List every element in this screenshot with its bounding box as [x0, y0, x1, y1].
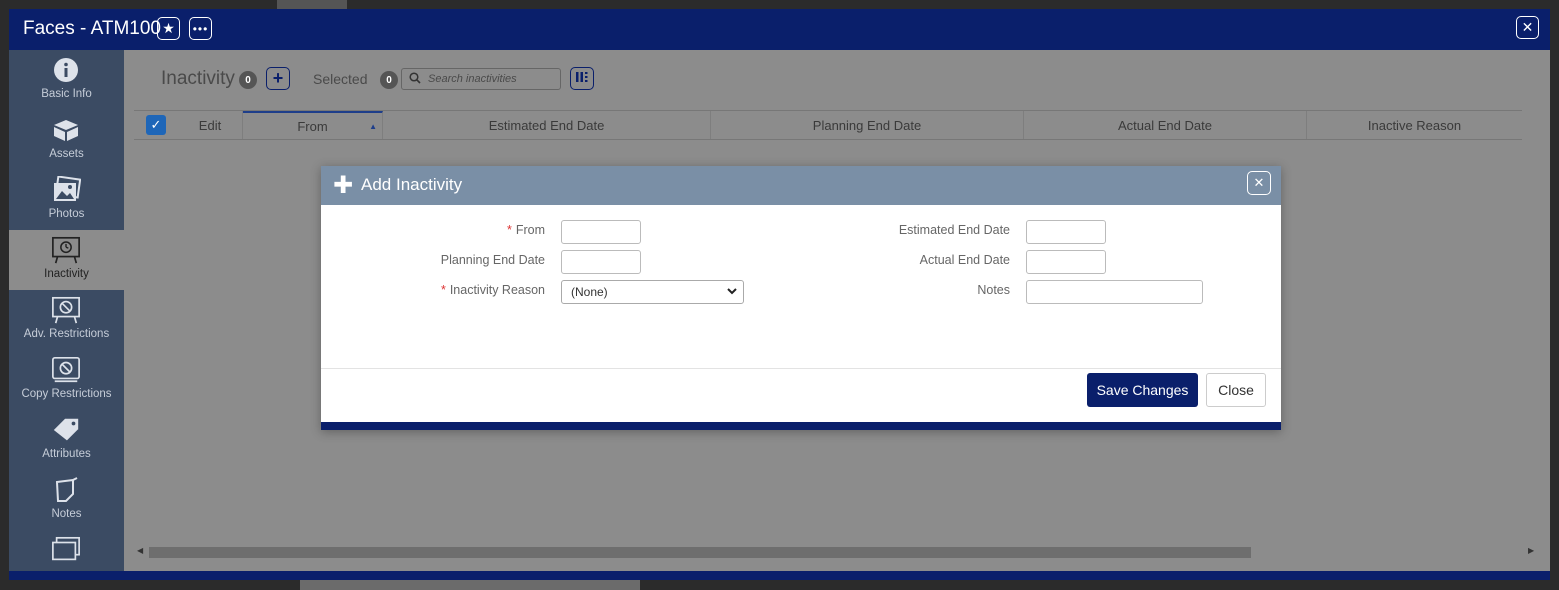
scroll-left-icon[interactable]: ◀	[137, 546, 143, 555]
sidebar-item-label: Assets	[49, 148, 84, 160]
stack-icon	[51, 536, 81, 564]
checkmark-icon: ✓	[146, 115, 166, 135]
scrollbar-thumb[interactable]	[149, 547, 1251, 558]
inactivity-count-badge: 0	[239, 71, 257, 89]
restriction-board-icon	[51, 296, 81, 324]
copy-restriction-icon	[51, 356, 81, 384]
estimated-end-date-field[interactable]	[1026, 220, 1106, 244]
dialog-footer-divider	[321, 368, 1281, 369]
add-inactivity-dialog: ✚ Add Inactivity ✕ * From Estimated End D…	[321, 166, 1281, 430]
sidebar-item-more[interactable]	[9, 530, 124, 571]
dialog-close-button[interactable]: ✕	[1247, 171, 1271, 195]
column-header-inactive-reason[interactable]: Inactive Reason	[1307, 111, 1522, 139]
required-marker: *	[506, 223, 512, 237]
sidebar-item-assets[interactable]: Assets	[9, 110, 124, 170]
dialog-bottom-bar	[321, 422, 1281, 430]
box-icon	[51, 116, 81, 144]
sidebar-item-label: Basic Info	[41, 88, 92, 100]
close-icon: ✕	[1521, 19, 1534, 35]
sidebar-item-label: Copy Restrictions	[21, 388, 112, 400]
inactivity-reason-label-text: Inactivity Reason	[449, 283, 545, 297]
window-title: Faces - ATM100	[23, 18, 161, 39]
sidebar-item-label: Attributes	[42, 448, 91, 460]
sidebar: Basic Info Assets Photos Inactivity Adv.…	[9, 50, 124, 571]
search-input[interactable]	[428, 71, 556, 87]
dialog-header: ✚ Add Inactivity ✕	[321, 166, 1281, 205]
inactivity-reason-label: * Inactivity Reason	[441, 283, 545, 297]
sidebar-item-label: Adv. Restrictions	[23, 328, 110, 340]
notes-label: Notes	[977, 283, 1010, 297]
column-header-estimated-end-date[interactable]: Estimated End Date	[383, 111, 711, 139]
sidebar-item-attributes[interactable]: Attributes	[9, 410, 124, 470]
add-inactivity-button[interactable]: +	[266, 67, 290, 90]
columns-icon	[575, 71, 589, 86]
from-label: * From	[507, 223, 545, 237]
background-tab	[277, 0, 347, 9]
column-header-planning-end-date[interactable]: Planning End Date	[711, 111, 1024, 139]
column-header-actual-end-date[interactable]: Actual End Date	[1024, 111, 1307, 139]
window-bottom-bar	[9, 571, 1550, 580]
grid-header: ✓ Edit From ▲ Estimated End Date Plannin…	[134, 110, 1522, 140]
more-options-button[interactable]: •••	[189, 17, 212, 40]
plus-icon: ✚	[333, 172, 354, 199]
search-box	[401, 68, 561, 90]
from-date-field[interactable]	[561, 220, 641, 244]
window-close-button[interactable]: ✕	[1516, 16, 1539, 39]
timer-board-icon	[51, 236, 81, 264]
dialog-title: Add Inactivity	[361, 175, 463, 194]
search-icon	[409, 72, 421, 87]
sidebar-item-photos[interactable]: Photos	[9, 170, 124, 230]
save-changes-button[interactable]: Save Changes	[1087, 373, 1198, 407]
selected-option: (None)	[571, 285, 608, 299]
photos-icon	[51, 176, 81, 204]
more-icon: •••	[192, 21, 209, 36]
column-header-edit[interactable]: Edit	[178, 111, 243, 139]
actual-end-date-label: Actual End Date	[919, 253, 1010, 267]
selected-label: Selected	[313, 71, 368, 87]
select-all-checkbox[interactable]: ✓	[134, 111, 178, 139]
sidebar-item-label: Notes	[51, 508, 82, 520]
column-chooser-button[interactable]	[570, 67, 594, 90]
info-icon	[51, 56, 81, 84]
column-header-label: From	[297, 118, 328, 134]
sidebar-item-copy-restrictions[interactable]: Copy Restrictions	[9, 350, 124, 410]
favorite-button[interactable]: ★	[157, 17, 180, 40]
star-icon: ★	[162, 20, 175, 36]
column-header-from[interactable]: From ▲	[243, 111, 383, 139]
panel-title: Inactivity	[161, 68, 235, 89]
notes-field[interactable]	[1026, 280, 1203, 304]
planning-end-date-label: Planning End Date	[440, 253, 545, 267]
note-icon	[51, 476, 81, 504]
sidebar-item-label: Photos	[48, 208, 85, 220]
window-titlebar: Faces - ATM100 ★ ••• ✕	[9, 9, 1550, 50]
tag-icon	[51, 416, 81, 444]
actual-end-date-field[interactable]	[1026, 250, 1106, 274]
inactivity-reason-select[interactable]: (None)	[561, 280, 744, 304]
close-icon: ✕	[1253, 175, 1265, 190]
close-button[interactable]: Close	[1206, 373, 1266, 407]
sort-asc-icon: ▲	[369, 121, 377, 131]
sidebar-item-adv-restrictions[interactable]: Adv. Restrictions	[9, 290, 124, 350]
plus-icon: +	[272, 68, 284, 88]
sidebar-item-inactivity[interactable]: Inactivity	[9, 230, 124, 290]
from-label-text: From	[515, 223, 545, 237]
scroll-right-icon[interactable]: ▶	[1528, 546, 1534, 555]
planning-end-date-field[interactable]	[561, 250, 641, 274]
selected-count-badge: 0	[380, 71, 398, 89]
sidebar-item-notes[interactable]: Notes	[9, 470, 124, 530]
required-marker: *	[440, 283, 446, 297]
sidebar-item-basic-info[interactable]: Basic Info	[9, 50, 124, 110]
sidebar-item-label: Inactivity	[44, 268, 89, 280]
horizontal-scrollbar[interactable]: ◀ ▶	[134, 544, 1539, 560]
estimated-end-date-label: Estimated End Date	[898, 223, 1010, 237]
chevron-down-icon	[727, 285, 737, 300]
